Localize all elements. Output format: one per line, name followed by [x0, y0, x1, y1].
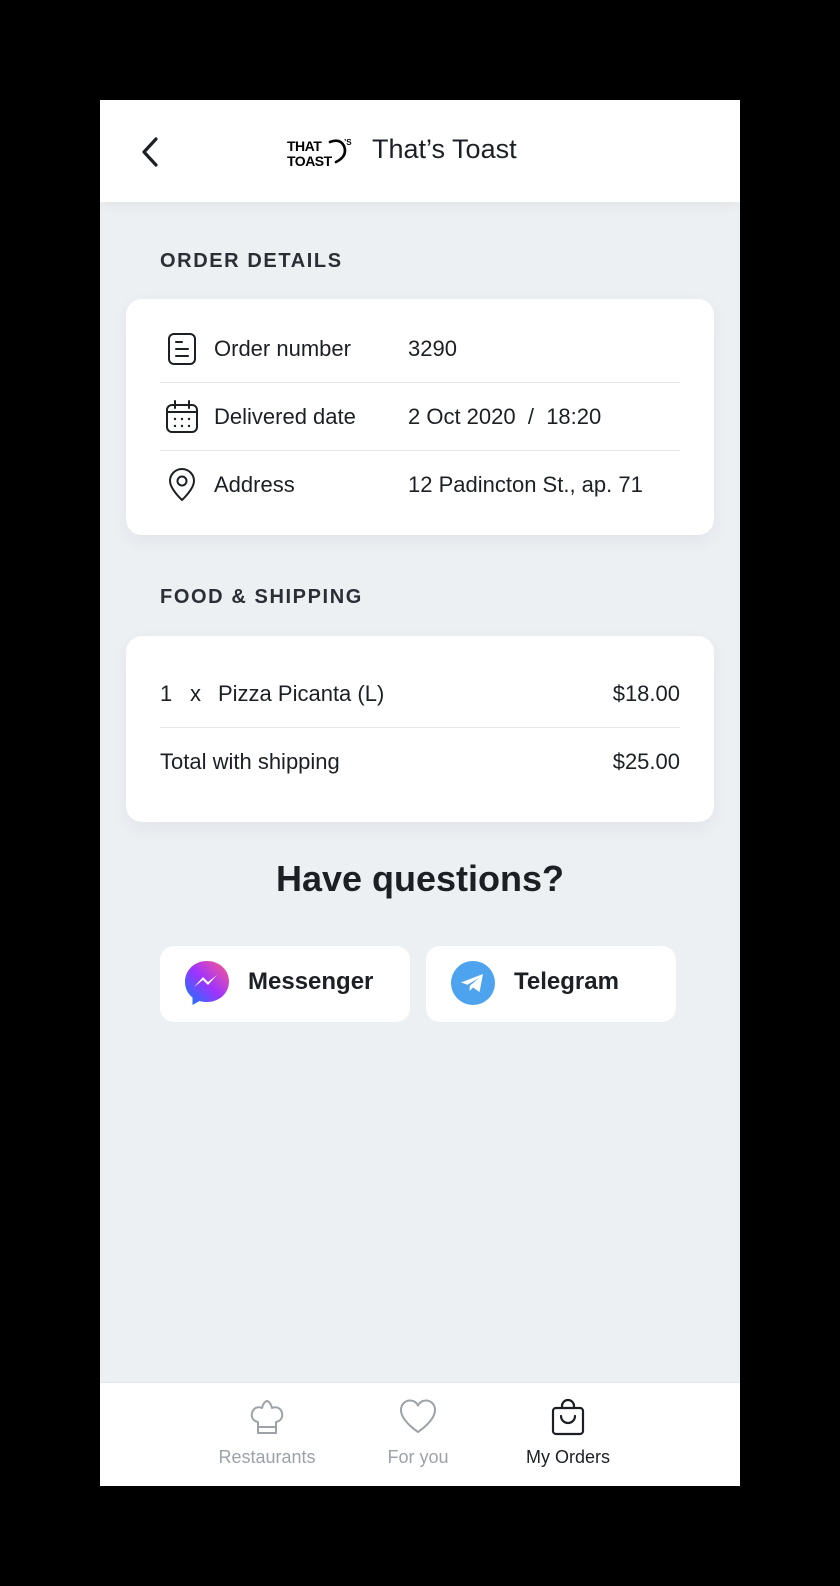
svg-text:TOAST: TOAST: [287, 153, 333, 169]
svg-text:THAT: THAT: [287, 138, 322, 154]
tab-restaurants[interactable]: Restaurants: [202, 1383, 332, 1486]
messenger-label: Messenger: [248, 968, 374, 995]
delivered-date-value: 2 Oct 2020 / 18:20: [408, 403, 602, 429]
tab-restaurants-label: Restaurants: [218, 1447, 316, 1467]
address-label: Address: [214, 472, 295, 497]
tab-for-you[interactable]: For you: [353, 1383, 483, 1486]
delivered-date-label: Delivered date: [214, 403, 356, 429]
telegram-label: Telegram: [514, 968, 619, 995]
order-number-value: 3290: [408, 335, 457, 361]
order-number-label: Order number: [214, 335, 351, 361]
heart-icon: [400, 1399, 436, 1433]
item-name: Pizza Picanta (L): [218, 680, 385, 706]
total-row: Total with shipping $25.00: [160, 728, 680, 796]
back-button[interactable]: [136, 132, 168, 172]
questions-heading: Have questions?: [275, 858, 565, 899]
bottom-tab-bar: Restaurants For you My Orders: [100, 1382, 740, 1486]
chef-hat-icon: [250, 1400, 284, 1434]
address-value: 12 Padincton St., ap. 71: [408, 472, 643, 497]
shopping-bag-icon: [551, 1398, 585, 1436]
messenger-icon: [185, 961, 229, 1005]
item-multiply-sign: x: [190, 680, 201, 706]
order-item-row: 1 x Pizza Picanta (L) $18.00: [160, 660, 680, 728]
header-bar: THAT TOAST ’S That’s Toast: [100, 100, 740, 202]
total-label: Total with shipping: [160, 749, 340, 774]
store-title: That’s Toast: [372, 134, 517, 164]
svg-text:’S: ’S: [344, 138, 352, 147]
calendar-icon: [166, 399, 198, 433]
item-quantity: 1: [160, 680, 173, 706]
order-screen: THAT TOAST ’S That’s Toast ORDER DETAILS…: [100, 100, 740, 1486]
location-pin-icon: [169, 468, 195, 501]
thats-toast-logo: THAT TOAST ’S: [287, 138, 352, 169]
food-shipping-title: FOOD & SHIPPING: [160, 586, 363, 608]
item-price: $18.00: [612, 680, 680, 706]
total-value: $25.00: [612, 749, 680, 774]
order-details-title: ORDER DETAILS: [160, 250, 343, 272]
messenger-button[interactable]: Messenger: [160, 946, 410, 1022]
tab-my-orders[interactable]: My Orders: [503, 1383, 633, 1486]
telegram-button[interactable]: Telegram: [426, 946, 676, 1022]
food-shipping-card: 1 x Pizza Picanta (L) $18.00 Total with …: [126, 636, 714, 822]
delivered-date-row: Delivered date 2 Oct 2020 / 18:20: [160, 383, 680, 451]
address-row: Address 12 Padincton St., ap. 71: [160, 451, 680, 519]
tab-my-orders-label: My Orders: [525, 1447, 610, 1467]
order-number-row: Order number 3290: [160, 315, 680, 383]
chevron-left-icon: [142, 137, 158, 167]
receipt-icon: [168, 332, 196, 365]
telegram-icon: [451, 961, 495, 1005]
order-details-card: Order number 3290 Delivered date 2 Oct 2…: [126, 299, 714, 535]
tab-for-you-label: For you: [387, 1447, 449, 1467]
